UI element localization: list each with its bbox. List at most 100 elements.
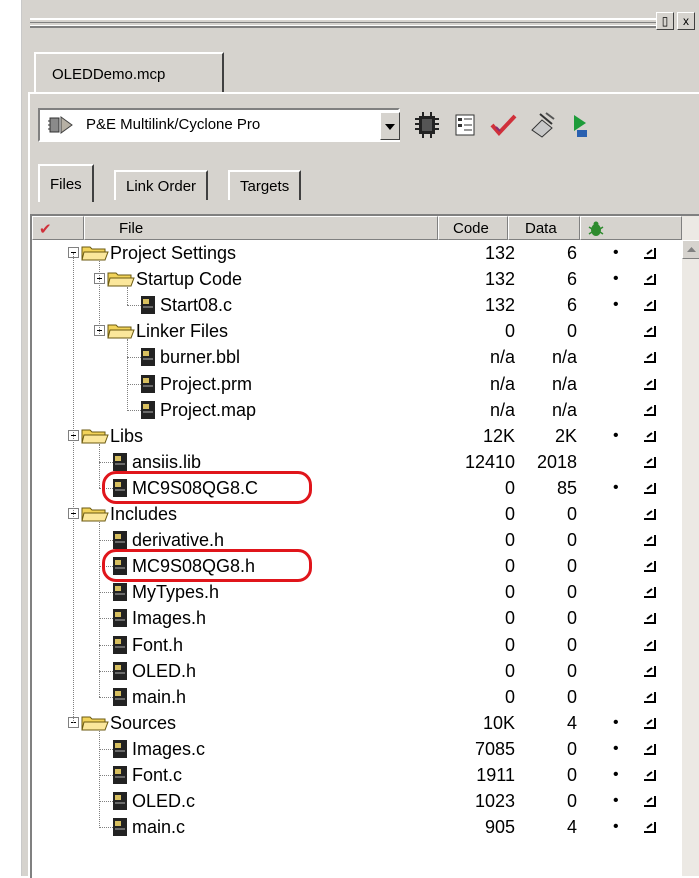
column-check-header[interactable]: ✔ xyxy=(32,216,84,240)
tree-file-row[interactable]: Images.c 7085 0 • xyxy=(32,736,682,762)
code-size: n/a xyxy=(489,347,515,367)
target-include-icon[interactable] xyxy=(642,638,656,652)
data-size: 0 xyxy=(566,556,577,576)
target-include-icon[interactable] xyxy=(642,350,656,364)
column-code-header[interactable]: Code xyxy=(438,216,508,240)
tree-connector xyxy=(99,645,113,646)
target-include-icon[interactable] xyxy=(642,246,656,260)
target-include-icon[interactable] xyxy=(642,272,656,286)
target-include-icon[interactable] xyxy=(642,377,656,391)
tree-file-row[interactable]: main.h 0 0 xyxy=(32,684,682,710)
make-icon[interactable] xyxy=(528,110,558,140)
tree-file-row[interactable]: burner.bbl n/a n/a xyxy=(32,344,682,370)
tab-link-order[interactable]: Link Order xyxy=(114,170,209,200)
tree-folder-row[interactable]: Sources 10K 4 • xyxy=(32,710,682,736)
source-file-icon xyxy=(141,296,155,314)
column-debug-header[interactable] xyxy=(580,216,682,240)
tab-files[interactable]: Files xyxy=(38,164,94,202)
chip-settings-icon[interactable] xyxy=(412,110,442,140)
data-size: 0 xyxy=(566,661,577,681)
debug-enabled-marker[interactable]: • xyxy=(613,240,619,266)
scroll-up-button[interactable] xyxy=(682,240,699,259)
tree-folder-row[interactable]: Linker Files 0 0 xyxy=(32,318,682,344)
tree-file-row[interactable]: Font.h 0 0 xyxy=(32,632,682,658)
target-include-icon[interactable] xyxy=(642,455,656,469)
debug-enabled-marker[interactable]: • xyxy=(613,814,619,840)
target-include-icon[interactable] xyxy=(642,324,656,338)
tree-folder-row[interactable]: Includes 0 0 xyxy=(32,501,682,527)
target-include-icon[interactable] xyxy=(642,690,656,704)
target-include-icon[interactable] xyxy=(642,559,656,573)
code-size: 0 xyxy=(504,478,515,498)
target-include-icon[interactable] xyxy=(642,507,656,521)
target-include-icon[interactable] xyxy=(642,820,656,834)
tree-file-row[interactable]: Start08.c 132 6 • xyxy=(32,292,682,318)
target-include-icon[interactable] xyxy=(642,716,656,730)
tree-file-row[interactable]: MC9S08QG8.h 0 0 xyxy=(32,549,682,582)
tree-connector xyxy=(99,749,113,750)
target-include-icon[interactable] xyxy=(642,611,656,625)
debug-enabled-marker[interactable]: • xyxy=(613,423,619,449)
tab-targets[interactable]: Targets xyxy=(228,170,302,200)
target-include-icon[interactable] xyxy=(642,742,656,756)
tree-file-row[interactable]: main.c 905 4 • xyxy=(32,814,682,840)
folder-open-icon xyxy=(81,716,109,731)
target-include-icon[interactable] xyxy=(642,768,656,782)
close-button[interactable]: x xyxy=(677,12,695,30)
code-size: 0 xyxy=(504,530,515,550)
target-include-icon[interactable] xyxy=(642,794,656,808)
restore-button[interactable]: ▯ xyxy=(656,12,674,30)
tree-connector xyxy=(127,410,141,411)
source-file-icon xyxy=(141,375,155,393)
target-include-icon[interactable] xyxy=(642,664,656,678)
data-size: 0 xyxy=(566,765,577,785)
debug-run-icon[interactable] xyxy=(566,110,596,140)
target-include-icon[interactable] xyxy=(642,298,656,312)
tab-oleddemo-mcp[interactable]: OLEDDemo.mcp xyxy=(34,52,224,93)
tree-file-row[interactable]: OLED.c 1023 0 • xyxy=(32,788,682,814)
file-list-header: ✔ File Code Data xyxy=(32,216,682,240)
tree-file-row[interactable]: OLED.h 0 0 xyxy=(32,658,682,684)
column-data-header[interactable]: Data xyxy=(508,216,580,240)
debug-enabled-marker[interactable]: • xyxy=(613,788,619,814)
debug-enabled-marker[interactable]: • xyxy=(613,266,619,292)
debug-bug-icon xyxy=(588,221,604,236)
target-select-value: P&E Multilink/Cyclone Pro xyxy=(86,116,261,133)
code-size: 132 xyxy=(484,295,515,315)
source-file-icon xyxy=(113,636,127,654)
folder-open-icon xyxy=(107,272,135,287)
tree-folder-row[interactable]: Libs 12K 2K • xyxy=(32,423,682,449)
tree-file-row[interactable]: Project.map n/a n/a xyxy=(32,397,682,423)
tree-connector xyxy=(99,444,100,488)
target-include-icon[interactable] xyxy=(642,403,656,417)
target-include-icon[interactable] xyxy=(642,481,656,495)
tree-file-row[interactable]: Font.c 1911 0 • xyxy=(32,762,682,788)
debug-enabled-marker[interactable]: • xyxy=(613,292,619,318)
target-include-icon[interactable] xyxy=(642,585,656,599)
target-include-icon[interactable] xyxy=(642,533,656,547)
chevron-down-icon[interactable] xyxy=(380,112,400,140)
dock-grip[interactable] xyxy=(30,18,658,28)
vertical-scrollbar[interactable] xyxy=(682,216,699,876)
tree-file-row[interactable]: Images.h 0 0 xyxy=(32,605,682,631)
debug-enabled-marker[interactable]: • xyxy=(613,475,619,501)
code-size: 0 xyxy=(504,321,515,341)
target-select[interactable]: P&E Multilink/Cyclone Pro xyxy=(38,108,400,142)
source-file-icon xyxy=(113,740,127,758)
tree-folder-row[interactable]: Startup Code 132 6 • xyxy=(32,266,682,292)
code-size: 7085 xyxy=(474,739,515,759)
tree-connector xyxy=(127,384,141,385)
debug-enabled-marker[interactable]: • xyxy=(613,762,619,788)
column-file-header[interactable]: File xyxy=(84,216,438,240)
target-include-icon[interactable] xyxy=(642,429,656,443)
tree-folder-row[interactable]: Project Settings 132 6 • xyxy=(32,240,682,266)
debug-enabled-marker[interactable]: • xyxy=(613,710,619,736)
tree-file-row[interactable]: MyTypes.h 0 0 xyxy=(32,579,682,605)
debug-enabled-marker[interactable]: • xyxy=(613,736,619,762)
tree-file-row[interactable]: Project.prm n/a n/a xyxy=(32,371,682,397)
tree-file-row[interactable]: MC9S08QG8.C 0 85 • xyxy=(32,471,682,504)
check-sync-icon[interactable] xyxy=(488,110,518,140)
project-sheet-icon[interactable] xyxy=(450,110,480,140)
restore-icon: ▯ xyxy=(661,14,669,28)
file-name: Images.h xyxy=(132,608,207,628)
